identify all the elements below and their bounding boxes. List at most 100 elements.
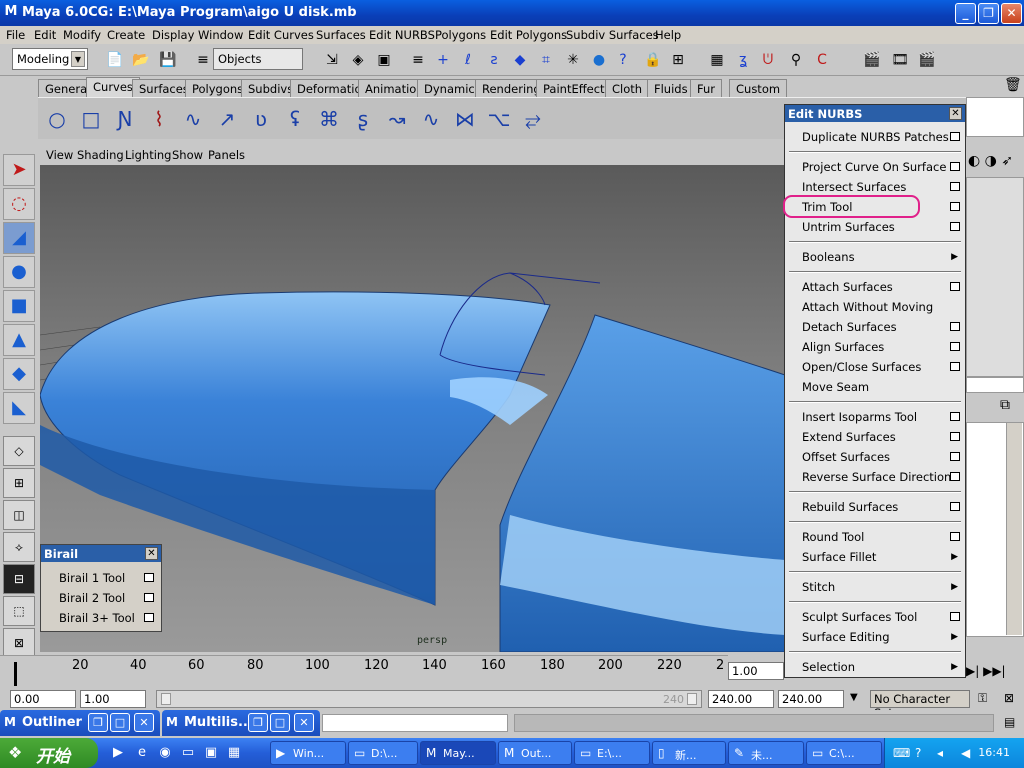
offset-curve-icon[interactable]: ʢ — [280, 103, 310, 135]
layer-icon[interactable]: ⧉ — [1000, 397, 1010, 413]
close-icon[interactable]: ✕ — [134, 713, 154, 732]
close-icon[interactable]: ✕ — [145, 547, 158, 560]
current-time-marker[interactable] — [14, 662, 17, 686]
option-box-icon[interactable] — [144, 573, 154, 582]
hypershade-layout-icon[interactable]: ⬚ — [3, 596, 35, 626]
channel-icons[interactable]: ◐ ◑ ➶ — [968, 153, 1013, 169]
folder-icon[interactable]: ▣ — [203, 745, 219, 761]
input-icon[interactable]: ⊞ — [668, 50, 688, 70]
internet-explorer-icon[interactable]: e — [134, 745, 150, 761]
square-curve-icon[interactable]: □ — [76, 103, 106, 135]
shelf-tab-fur[interactable]: Fur — [690, 79, 723, 97]
ipr-icon[interactable]: ▦ — [707, 50, 727, 70]
option-box-icon[interactable] — [950, 412, 960, 421]
attach-curve-icon[interactable]: ⋈ — [450, 103, 480, 135]
chevron-down-icon[interactable]: ▼ — [850, 692, 858, 703]
time-slider[interactable]: 20 40 60 80 100 120 140 160 180 200 220 … — [0, 655, 728, 688]
option-box-icon[interactable] — [950, 282, 960, 291]
menu-item-surface-fillet[interactable]: Surface Fillet — [802, 550, 876, 564]
arc-tool-icon[interactable]: ↗ — [212, 103, 242, 135]
task-d-drive[interactable]: ▭ D:\... — [348, 741, 418, 765]
restore-icon[interactable]: ❐ — [88, 713, 108, 732]
menu-polygons[interactable]: Polygons — [435, 28, 486, 42]
select-hierarchy-icon[interactable]: ⇲ — [322, 50, 342, 70]
shelf-tab-fluids[interactable]: Fluids — [647, 79, 695, 97]
shelf-tab-cloth[interactable]: Cloth — [605, 79, 650, 97]
multilister-window[interactable]: M Multilis... ❐ □ ✕ — [162, 710, 320, 736]
save-scene-icon[interactable]: 💾 — [158, 50, 178, 70]
curve-edit-icon[interactable]: ʂ — [348, 103, 378, 135]
character-set-field[interactable]: No Character Set — [870, 690, 970, 720]
menu-item-rebuild-surfaces[interactable]: Rebuild Surfaces — [802, 500, 898, 514]
browser-icon[interactable]: ◉ — [157, 745, 173, 761]
menu-create[interactable]: Create — [107, 28, 145, 42]
playback-start-field[interactable]: 1.00 — [80, 690, 146, 708]
menu-item-booleans[interactable]: Booleans — [802, 250, 855, 264]
restore-icon[interactable]: ❐ — [248, 713, 268, 732]
birail-3-tool[interactable]: Birail 3+ Tool — [59, 611, 135, 625]
maximize-icon[interactable]: □ — [110, 713, 130, 732]
selection-mode-field[interactable]: Objects — [213, 48, 303, 70]
option-box-icon[interactable] — [950, 202, 960, 211]
construction-history-icon[interactable]: C — [812, 50, 832, 70]
text-curve-icon[interactable]: ʋ — [246, 103, 276, 135]
extend-curve-icon[interactable]: ↝ — [382, 103, 412, 135]
preferences-icon[interactable]: ⊠ — [1004, 691, 1014, 705]
menu-item-reverse-surface-direction[interactable]: Reverse Surface Direction — [802, 470, 951, 484]
menu-window[interactable]: Window — [198, 28, 243, 42]
paint-select-tool-icon[interactable]: ◢ — [3, 222, 35, 254]
render-view-icon[interactable]: ⚲ — [786, 50, 806, 70]
layer-scrollbar[interactable] — [1006, 423, 1022, 635]
task-untitled[interactable]: ✎ 未... — [728, 741, 804, 765]
lasso-tool-icon[interactable]: ◌ — [3, 188, 35, 220]
open-scene-icon[interactable]: 📂 — [131, 50, 151, 70]
menu-item-selection[interactable]: Selection — [802, 660, 855, 674]
option-box-icon[interactable] — [950, 612, 960, 621]
menu-item-align-surfaces[interactable]: Align Surfaces — [802, 340, 884, 354]
select-object-icon[interactable]: ◈ — [348, 50, 368, 70]
playback-buttons[interactable]: ▶| ▶▶| — [966, 664, 1006, 678]
outliner-window[interactable]: M Outliner ❐ □ ✕ — [0, 710, 160, 736]
cv-curve-icon[interactable]: Ɲ — [110, 103, 140, 135]
task-new-document[interactable]: ▯ 新... — [652, 741, 726, 765]
hypershade-icon[interactable]: ʓ — [733, 50, 753, 70]
option-box-icon[interactable] — [950, 222, 960, 231]
birail-2-tool[interactable]: Birail 2 Tool — [59, 591, 125, 605]
task-c-drive[interactable]: ▭ C:\... — [806, 741, 882, 765]
window-title-bar[interactable]: M Maya 6.0CG: E:\Maya Program\aigo U dis… — [0, 0, 1024, 26]
clapperboard-icon[interactable]: 🎬 — [862, 50, 882, 70]
snap-live-icon[interactable]: ⌗ — [536, 50, 556, 70]
help-icon[interactable]: ? — [915, 746, 921, 760]
fillet-curve-icon[interactable]: ⌘ — [314, 103, 344, 135]
rebuild-curve-icon[interactable]: ∿ — [416, 103, 446, 135]
menu-item-round-tool[interactable]: Round Tool — [802, 530, 864, 544]
close-icon[interactable]: ✕ — [294, 713, 314, 732]
render-icon[interactable]: ● — [589, 50, 609, 70]
move-tool-icon[interactable]: ● — [3, 256, 35, 288]
option-box-icon[interactable] — [950, 362, 960, 371]
menu-item-insert-isoparms-tool[interactable]: Insert Isoparms Tool — [802, 410, 917, 424]
menu-subdiv-surfaces[interactable]: Subdiv Surfaces — [566, 28, 659, 42]
two-view-icon[interactable]: ◫ — [3, 500, 35, 530]
app-icon[interactable]: ▦ — [226, 745, 242, 761]
snap-curve-icon[interactable]: ℓ — [458, 50, 478, 70]
single-view-icon[interactable]: ◇ — [3, 436, 35, 466]
maximize-icon[interactable]: □ — [270, 713, 290, 732]
persp-outliner-icon[interactable]: ⟡ — [3, 532, 35, 562]
task-win[interactable]: ▶ Win... — [270, 741, 346, 765]
snap-grid-icon[interactable]: + — [433, 50, 453, 70]
start-button[interactable]: ❖ 开始 — [0, 738, 98, 768]
ep-curve-icon[interactable]: ⌇ — [144, 103, 174, 135]
range-end-handle[interactable] — [687, 693, 697, 705]
restore-button[interactable]: ❐ — [978, 3, 999, 24]
rotate-tool-icon[interactable]: ■ — [3, 290, 35, 322]
magnet-icon[interactable]: ᕫ — [758, 50, 778, 70]
ipr-render-icon[interactable]: 🎞 — [890, 50, 910, 70]
close-icon[interactable]: ✕ — [949, 107, 962, 120]
menu-edit-curves[interactable]: Edit Curves — [248, 28, 314, 42]
panel-menu-panels[interactable]: Panels — [208, 148, 245, 162]
menu-item-attach-without-moving[interactable]: Attach Without Moving — [802, 300, 933, 314]
option-box-icon[interactable] — [950, 322, 960, 331]
new-scene-icon[interactable]: 📄 — [105, 50, 125, 70]
detach-curve-icon[interactable]: ⌥ — [484, 103, 514, 135]
